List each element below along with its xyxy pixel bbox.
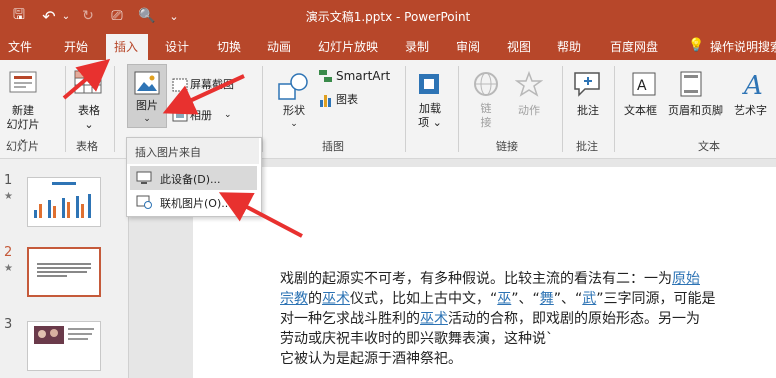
chart-icon (320, 95, 331, 107)
album-button[interactable]: 相册 (190, 109, 212, 123)
group-label-illustrations: 插图 (322, 140, 344, 153)
pictures-arrow-icon: ⌄ (143, 114, 151, 124)
separator (262, 66, 263, 152)
separator (65, 66, 66, 152)
action-button[interactable]: 动作 (514, 104, 544, 118)
separator (114, 66, 115, 152)
group-label-tables: 表格 (76, 140, 98, 153)
lightbulb-icon: 💡 (688, 38, 705, 53)
slide-number: 2 (4, 245, 13, 260)
title-bar: 🖫 ↶ ⌄ ↻ ⎚ 🔍 ⌄ 演示文稿1.pptx - PowerPoint (0, 0, 776, 32)
shapes-arrow-icon[interactable]: ⌄ (280, 117, 308, 131)
online-picture-icon (136, 195, 152, 209)
tab-insert[interactable]: 插入 (106, 34, 148, 60)
animation-star-icon: ★ (4, 191, 13, 202)
smartart-icon (319, 70, 332, 82)
screenshot-button[interactable]: 屏幕截图 (190, 78, 234, 92)
tab-record[interactable]: 录制 (405, 38, 429, 55)
shapes-icon (278, 73, 308, 100)
tab-help[interactable]: 帮助 (557, 38, 581, 55)
tab-transitions[interactable]: 切换 (217, 38, 241, 55)
picture-icon (134, 71, 160, 95)
group-label-comments: 批注 (576, 140, 598, 153)
wordart-icon: A (742, 71, 763, 98)
menu-item-label: 联机图片(O)... (160, 197, 232, 210)
svg-text:A: A (637, 78, 647, 94)
tab-animations[interactable]: 动画 (267, 38, 291, 55)
header-footer-button[interactable]: 页眉和页脚 (668, 104, 723, 118)
tab-home[interactable]: 开始 (64, 38, 88, 55)
tab-view[interactable]: 视图 (507, 38, 531, 55)
ribbon-tab-bar: 文件 开始 插入 设计 切换 动画 幻灯片放映 录制 审阅 视图 帮助 百度网盘… (0, 32, 776, 60)
tab-slideshow[interactable]: 幻灯片放映 (318, 38, 378, 55)
slide-text-line-4[interactable]: 劳动或庆祝丰收时的即兴歌舞表演，这种说` (280, 328, 553, 348)
slide-number: 1 (4, 173, 13, 188)
comment-icon (574, 72, 600, 97)
table-icon (74, 70, 102, 94)
action-icon (515, 70, 543, 97)
separator (405, 66, 406, 152)
pictures-button[interactable]: 图片 ⌄ (127, 64, 167, 128)
table-button[interactable]: 表格 ⌄ (72, 104, 106, 132)
menu-item-online-pictures[interactable]: 联机图片(O)... (130, 190, 257, 214)
header-footer-icon (680, 71, 702, 97)
slide-thumbnail-pane: 1 ★ 2 ★ 3 (0, 159, 129, 378)
animation-star-icon: ★ (4, 263, 13, 274)
album-arrow-icon[interactable]: ⌄ (224, 108, 232, 122)
shapes-button[interactable]: 形状 (280, 104, 308, 118)
ribbon: 新建 幻灯片 ⌄ 幻灯片 表格 ⌄ 表格 图片 ⌄ 屏幕截图 相册 ⌄ 形状 ⌄… (0, 60, 776, 159)
slide-thumbnail-1[interactable] (27, 177, 101, 227)
group-label-text: 文本 (698, 140, 720, 153)
svg-text:A: A (742, 71, 763, 98)
slide-thumbnail-2[interactable] (27, 247, 101, 297)
tab-design[interactable]: 设计 (165, 38, 189, 55)
insert-picture-dropdown: 插入图片来自 此设备(D)... 联机图片(O)... (126, 137, 262, 217)
menu-item-this-device[interactable]: 此设备(D)... (130, 166, 257, 190)
new-slide-icon (9, 71, 37, 93)
smartart-button[interactable]: SmartArt (336, 69, 390, 83)
chart-button[interactable]: 图表 (336, 93, 358, 107)
slide-thumbnail-3[interactable] (27, 321, 101, 371)
tab-file[interactable]: 文件 (8, 38, 32, 55)
thumbnail-chart-preview (34, 182, 91, 218)
textbox-icon: A (632, 72, 656, 96)
group-label-slides: 幻灯片 (6, 140, 39, 153)
dropdown-header: 插入图片来自 (127, 138, 259, 164)
thumbnail-image-preview (34, 326, 94, 344)
pictures-label: 图片 (136, 99, 158, 112)
tell-me-search[interactable]: 操作说明搜索 (710, 38, 776, 55)
addins-icon (419, 74, 439, 94)
group-label-links: 链接 (496, 140, 518, 153)
screenshot-icon (172, 78, 188, 92)
comment-button[interactable]: 批注 (574, 104, 602, 118)
link-icon (474, 72, 498, 96)
slide-text-line-2[interactable]: 宗教的巫术仪式，比如上古中文，“巫”、“舞”、“武”三字同源，可能是 (280, 288, 716, 308)
menu-item-label: 此设备(D)... (160, 173, 221, 186)
separator (562, 66, 563, 152)
slide-text-line-3[interactable]: 对一种乞求战斗胜利的巫术活动的合称，即戏剧的原始形态。另一为 (280, 308, 700, 328)
slide-text-line-5[interactable]: 它被认为是起源于酒神祭祀。 (280, 348, 462, 368)
separator (458, 66, 459, 152)
addins-button[interactable]: 加载 项 ⌄ (413, 102, 447, 130)
slide-text-line-1[interactable]: 戏剧的起源实不可考，有多种假说。比较主流的看法有二：一为原始 (280, 268, 700, 288)
tab-review[interactable]: 审阅 (456, 38, 480, 55)
album-icon (172, 109, 188, 122)
tab-baidu[interactable]: 百度网盘 (610, 38, 658, 55)
slide-number: 3 (4, 317, 13, 332)
textbox-button[interactable]: 文本框 (624, 104, 657, 118)
thumbnail-text-preview (37, 263, 91, 277)
device-icon (136, 171, 152, 184)
link-button[interactable]: 链 接 (478, 102, 494, 130)
wordart-button[interactable]: 艺术字 (734, 104, 767, 118)
separator (614, 66, 615, 152)
window-title: 演示文稿1.pptx - PowerPoint (305, 10, 471, 24)
